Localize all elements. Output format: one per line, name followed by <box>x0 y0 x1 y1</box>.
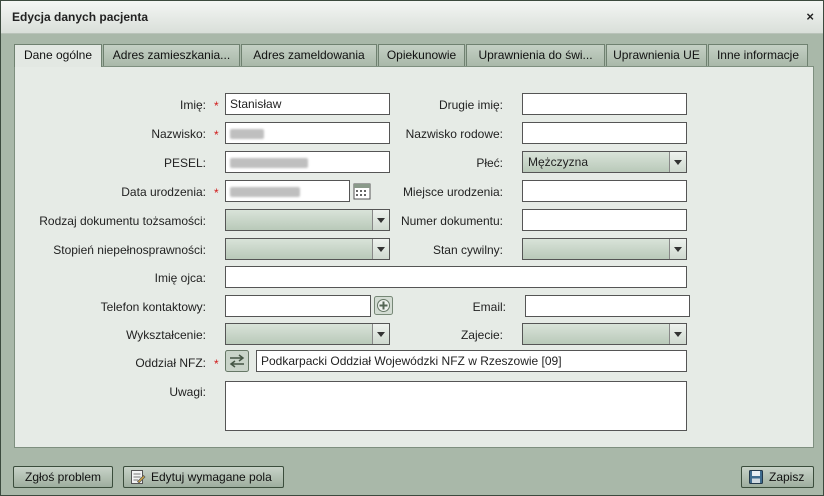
save-label: Zapisz <box>769 470 805 484</box>
imie-input[interactable]: Stanisław <box>225 93 390 115</box>
label-oddzial-nfz: Oddział NFZ: <box>135 356 206 370</box>
tab-uprawnienia-swiadczen[interactable]: Uprawnienia do świ... <box>466 44 605 66</box>
close-icon[interactable]: × <box>806 9 814 24</box>
imie-ojca-input[interactable] <box>225 266 687 288</box>
label-telefon: Telefon kontaktowy: <box>100 300 206 314</box>
tab-uprawnienia-ue[interactable]: Uprawnienia UE <box>606 44 707 66</box>
zajecie-select[interactable] <box>522 323 687 345</box>
chevron-down-icon[interactable] <box>372 239 389 259</box>
tab-inne-informacje[interactable]: Inne informacje <box>708 44 808 66</box>
label-nazwisko: Nazwisko: <box>151 127 206 141</box>
label-nazwisko-rodowe: Nazwisko rodowe: <box>405 127 503 141</box>
label-zajecie: Zajecie: <box>460 328 503 342</box>
redacted-value <box>230 186 300 197</box>
numer-dokumentu-input[interactable] <box>522 209 687 231</box>
report-problem-button[interactable]: Zgłoś problem <box>13 466 113 488</box>
label-data-urodzenia: Data urodzenia: <box>121 185 206 199</box>
nazwisko-rodowe-input[interactable] <box>522 122 687 144</box>
drugie-imie-input[interactable] <box>522 93 687 115</box>
label-miejsce-urodzenia: Miejsce urodzenia: <box>402 185 503 199</box>
edit-required-fields-label: Edytuj wymagane pola <box>151 470 272 484</box>
dialog-titlebar[interactable]: Edycja danych pacjenta × <box>1 1 823 34</box>
label-stan-cywilny: Stan cywilny: <box>432 243 503 257</box>
required-marker: * <box>214 186 219 200</box>
label-imie: Imię: <box>179 98 206 112</box>
pesel-input[interactable] <box>225 151 390 173</box>
chevron-down-icon[interactable] <box>669 152 686 172</box>
oddzial-nfz-input[interactable]: Podkarpacki Oddział Wojewódzki NFZ w Rze… <box>256 350 687 372</box>
floppy-disk-icon <box>748 469 764 485</box>
dialog-footer: Zgłoś problem Edytuj wymagane pola Zapis… <box>1 457 823 495</box>
add-phone-icon[interactable] <box>374 296 393 315</box>
label-drugie-imie: Drugie imię: <box>438 98 503 112</box>
telefon-input[interactable] <box>225 295 371 317</box>
chevron-down-icon[interactable] <box>669 239 686 259</box>
label-rodzaj-dokumentu: Rodzaj dokumentu tożsamości: <box>39 214 206 228</box>
label-uwagi: Uwagi: <box>169 385 206 399</box>
tab-dane-ogolne[interactable]: Dane ogólne <box>14 44 102 67</box>
label-plec: Płeć: <box>476 156 503 170</box>
patient-edit-dialog: Edycja danych pacjenta × Dane ogólne Adr… <box>0 0 824 496</box>
data-urodzenia-input[interactable] <box>225 180 350 202</box>
calendar-icon[interactable] <box>353 182 371 200</box>
tab-adres-zamieszkania[interactable]: Adres zamieszkania... <box>103 44 240 66</box>
stopien-niepelnosprawnosci-select[interactable] <box>225 238 390 260</box>
label-stopien-niepelnosprawnosci: Stopień niepełnosprawności: <box>53 243 206 257</box>
label-wyksztalcenie: Wykształcenie: <box>126 328 206 342</box>
chevron-down-icon[interactable] <box>372 210 389 230</box>
tab-opiekunowie[interactable]: Opiekunowie <box>378 44 465 66</box>
redacted-value <box>230 128 264 139</box>
miejsce-urodzenia-input[interactable] <box>522 180 687 202</box>
email-input[interactable] <box>525 295 690 317</box>
chevron-down-icon[interactable] <box>669 324 686 344</box>
plec-select[interactable]: Mężczyzna <box>522 151 687 173</box>
dialog-title: Edycja danych pacjenta <box>12 10 149 24</box>
plec-selected-value: Mężczyzna <box>528 155 589 169</box>
chevron-down-icon[interactable] <box>372 324 389 344</box>
edit-form-icon <box>130 469 146 485</box>
rodzaj-dokumentu-select[interactable] <box>225 209 390 231</box>
label-pesel: PESEL: <box>163 156 206 170</box>
wyksztalcenie-select[interactable] <box>225 323 390 345</box>
required-marker: * <box>214 128 219 142</box>
save-button[interactable]: Zapisz <box>741 466 814 488</box>
required-marker: * <box>214 357 219 371</box>
tab-adres-zameldowania[interactable]: Adres zameldowania <box>241 44 377 66</box>
nazwisko-input[interactable] <box>225 122 390 144</box>
stan-cywilny-select[interactable] <box>522 238 687 260</box>
edit-required-fields-button[interactable]: Edytuj wymagane pola <box>123 466 284 488</box>
label-imie-ojca: Imię ojca: <box>154 271 206 285</box>
label-email: Email: <box>472 300 506 314</box>
uwagi-textarea[interactable] <box>225 381 687 431</box>
swap-icon[interactable] <box>225 350 249 372</box>
label-numer-dokumentu: Numer dokumentu: <box>400 214 503 228</box>
required-marker: * <box>214 99 219 113</box>
redacted-value <box>230 157 308 168</box>
